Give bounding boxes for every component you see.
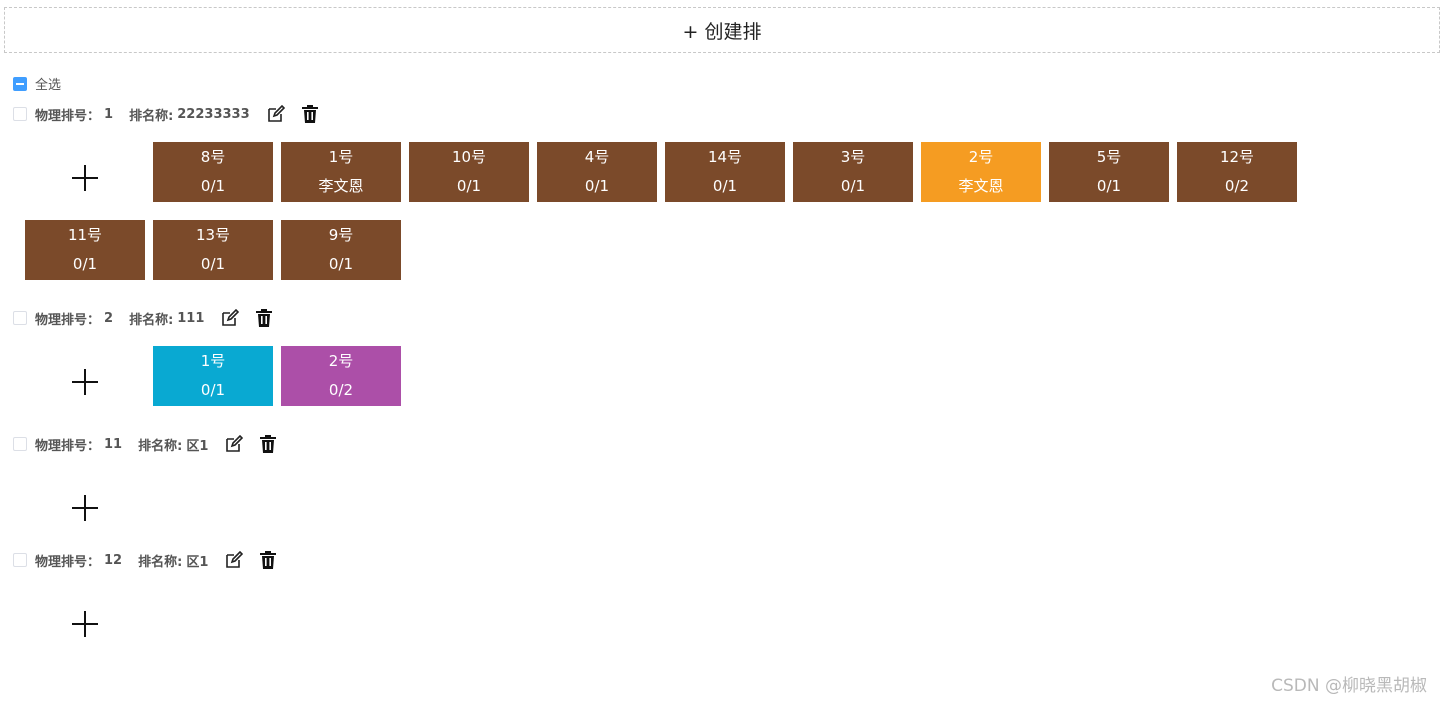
create-row-button[interactable]: + 创建排 bbox=[4, 7, 1440, 53]
physical-no-label: 物理排号： bbox=[35, 554, 101, 570]
seat-card[interactable]: 3号 0/1 bbox=[793, 142, 913, 202]
seat-number: 14号 bbox=[707, 148, 743, 166]
edit-icon[interactable] bbox=[224, 434, 244, 454]
edit-icon[interactable] bbox=[266, 104, 286, 124]
trash-icon[interactable] bbox=[258, 434, 278, 454]
edit-icon[interactable] bbox=[220, 308, 240, 328]
seat-card[interactable]: 8号 0/1 bbox=[153, 142, 273, 202]
seat-card[interactable]: 10号 0/1 bbox=[409, 142, 529, 202]
seat-card[interactable]: 1号 0/1 bbox=[153, 346, 273, 406]
seat-card[interactable]: 9号 0/1 bbox=[281, 220, 401, 280]
physical-no-value: 11 bbox=[104, 436, 123, 452]
physical-no-label: 物理排号： bbox=[35, 438, 101, 454]
watermark: CSDN @柳晓黑胡椒 bbox=[1271, 676, 1427, 696]
seat-card[interactable]: 5号 0/1 bbox=[1049, 142, 1169, 202]
row-name-value: 区1 bbox=[186, 438, 209, 454]
edit-icon[interactable] bbox=[224, 550, 244, 570]
seat-occupancy: 李文恩 bbox=[958, 177, 1004, 195]
add-seat-plus-icon[interactable] bbox=[72, 495, 98, 521]
physical-no-label: 物理排号： bbox=[35, 108, 101, 124]
seat-number: 2号 bbox=[968, 148, 994, 166]
row-checkbox[interactable] bbox=[13, 553, 27, 567]
add-seat-plus-icon[interactable] bbox=[72, 611, 98, 637]
row-checkbox[interactable] bbox=[13, 107, 27, 121]
seat-occupancy: 0/1 bbox=[72, 255, 98, 273]
seat-number: 8号 bbox=[200, 148, 226, 166]
seat-number: 11号 bbox=[67, 226, 103, 244]
seat-number: 1号 bbox=[200, 352, 226, 370]
seat-number: 4号 bbox=[584, 148, 610, 166]
physical-no-value: 2 bbox=[104, 310, 114, 326]
seat-number: 9号 bbox=[328, 226, 354, 244]
seat-card[interactable]: 4号 0/1 bbox=[537, 142, 657, 202]
row-header-2: 物理排号： 2 排名称: 111 bbox=[13, 308, 274, 328]
create-row-label: + 创建排 bbox=[682, 20, 762, 43]
add-seat-plus-icon[interactable] bbox=[72, 369, 98, 395]
seat-occupancy: 0/1 bbox=[328, 255, 354, 273]
row-header-3: 物理排号： 11 排名称: 区1 bbox=[13, 434, 278, 454]
seat-number: 3号 bbox=[840, 148, 866, 166]
seat-number: 12号 bbox=[1219, 148, 1255, 166]
seat-number: 1号 bbox=[328, 148, 354, 166]
seat-occupancy: 0/1 bbox=[200, 255, 226, 273]
seat-card[interactable]: 1号 李文恩 bbox=[281, 142, 401, 202]
seat-card[interactable]: 11号 0/1 bbox=[25, 220, 145, 280]
row-checkbox[interactable] bbox=[13, 437, 27, 451]
row-checkbox[interactable] bbox=[13, 311, 27, 325]
seat-number: 13号 bbox=[195, 226, 231, 244]
seat-number: 2号 bbox=[328, 352, 354, 370]
seat-occupancy: 李文恩 bbox=[318, 177, 364, 195]
seat-card[interactable]: 12号 0/2 bbox=[1177, 142, 1297, 202]
select-all-checkbox[interactable] bbox=[13, 76, 27, 91]
seat-number: 10号 bbox=[451, 148, 487, 166]
seat-card[interactable]: 2号 0/2 bbox=[281, 346, 401, 406]
select-all[interactable]: 全选 bbox=[13, 74, 61, 93]
seat-occupancy: 0/1 bbox=[200, 381, 226, 399]
seat-occupancy: 0/1 bbox=[456, 177, 482, 195]
row-name-label: 排名称: bbox=[129, 312, 174, 328]
physical-no-value: 12 bbox=[104, 552, 123, 568]
seat-occupancy: 0/1 bbox=[584, 177, 610, 195]
seat-occupancy: 0/1 bbox=[200, 177, 226, 195]
seat-occupancy: 0/1 bbox=[712, 177, 738, 195]
row-header-1: 物理排号： 1 排名称: 22233333 bbox=[13, 104, 320, 124]
row-name-label: 排名称: bbox=[138, 554, 183, 570]
trash-icon[interactable] bbox=[254, 308, 274, 328]
row-header-4: 物理排号： 12 排名称: 区1 bbox=[13, 550, 278, 570]
row-name-value: 111 bbox=[177, 310, 205, 326]
seat-card[interactable]: 14号 0/1 bbox=[665, 142, 785, 202]
row-name-label: 排名称: bbox=[138, 438, 183, 454]
physical-no-value: 1 bbox=[104, 106, 114, 122]
seat-card[interactable]: 2号 李文恩 bbox=[921, 142, 1041, 202]
seat-occupancy: 0/2 bbox=[1224, 177, 1250, 195]
trash-icon[interactable] bbox=[300, 104, 320, 124]
seat-number: 5号 bbox=[1096, 148, 1122, 166]
add-seat-plus-icon[interactable] bbox=[72, 165, 98, 191]
row-name-value: 22233333 bbox=[177, 106, 250, 122]
seat-card[interactable]: 13号 0/1 bbox=[153, 220, 273, 280]
seat-occupancy: 0/1 bbox=[1096, 177, 1122, 195]
seat-occupancy: 0/1 bbox=[840, 177, 866, 195]
select-all-label: 全选 bbox=[35, 78, 62, 93]
physical-no-label: 物理排号： bbox=[35, 312, 101, 328]
trash-icon[interactable] bbox=[258, 550, 278, 570]
seat-occupancy: 0/2 bbox=[328, 381, 354, 399]
row-name-value: 区1 bbox=[186, 554, 209, 570]
row-name-label: 排名称: bbox=[129, 108, 174, 124]
